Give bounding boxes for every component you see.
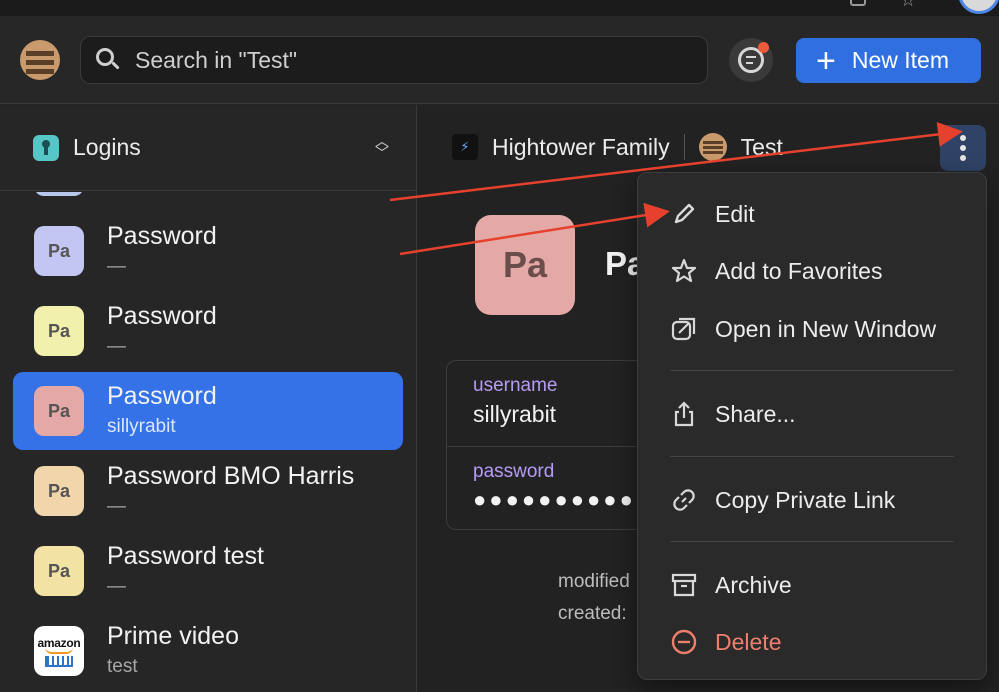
search-input[interactable] [135, 46, 675, 74]
list-item-selected[interactable]: Pa Password sillyrabit [13, 372, 403, 450]
open-window-icon [670, 315, 698, 343]
category-selector[interactable]: Logins ︿ ﹀ [0, 105, 417, 191]
new-item-label: New Item [851, 47, 949, 73]
item-subtitle: test [107, 656, 138, 677]
item-title: Password BMO Harris [107, 462, 355, 490]
menu-item-open-new-window[interactable]: Open in New Window [638, 304, 986, 354]
list-item[interactable]: — [13, 192, 403, 210]
new-item-button[interactable]: + New Item [796, 38, 981, 83]
watchtower-button[interactable] [729, 38, 773, 82]
breadcrumb-divider [683, 134, 685, 160]
modified-label: modified [558, 571, 630, 592]
vault-icon [698, 133, 727, 161]
menu-item-archive[interactable]: Archive [638, 560, 986, 610]
item-subtitle: — [107, 192, 126, 198]
menu-item-copy-private-link[interactable]: Copy Private Link [638, 475, 986, 525]
item-icon: Pa [34, 546, 84, 596]
star-icon [670, 257, 698, 285]
item-icon [34, 192, 84, 196]
vault-name[interactable]: Test [741, 134, 783, 161]
menu-item-delete[interactable]: Delete [638, 617, 986, 667]
menu-divider [670, 370, 954, 371]
item-title: Password [107, 302, 217, 330]
menu-item-share[interactable]: Share... [638, 389, 986, 439]
amazon-logo-icon: amazon [34, 626, 84, 676]
search-icon [95, 47, 121, 73]
plus-icon: + [816, 41, 836, 80]
category-label: Logins [73, 134, 141, 160]
delete-icon [670, 628, 698, 656]
item-subtitle: — [107, 336, 126, 357]
menu-divider [670, 541, 954, 542]
menu-divider [670, 456, 954, 457]
item-subtitle: — [107, 496, 126, 517]
item-subtitle: — [107, 576, 126, 597]
menu-item-edit[interactable]: Edit [638, 189, 986, 239]
sidebar: Logins ︿﹀ — Pa Password — Pa Password — … [0, 105, 417, 692]
breadcrumb: ⚡ Hightower Family Test [452, 133, 783, 161]
more-vertical-icon [960, 135, 966, 141]
item-subtitle: — [107, 256, 126, 277]
menu-item-add-to-favorites[interactable]: Add to Favorites [638, 246, 986, 296]
item-icon: Pa [34, 466, 84, 516]
vault-avatar[interactable] [20, 40, 60, 80]
list-item[interactable]: Pa Password — [13, 292, 403, 370]
login-key-icon [33, 134, 59, 161]
browser-toolbar-strip: ☆ [0, 0, 999, 16]
share-icon [670, 400, 698, 428]
chevron-updown-icon: ︿ ﹀ [375, 133, 389, 161]
item-title: Password [107, 222, 217, 250]
list-item[interactable]: amazon Prime video test [13, 612, 403, 690]
window-icon[interactable] [850, 0, 866, 6]
link-icon [670, 486, 698, 514]
item-title: Prime video [107, 622, 239, 650]
account-name[interactable]: Hightower Family [492, 134, 670, 161]
browser-profile-avatar[interactable] [958, 0, 999, 14]
app-header: + New Item [0, 16, 999, 104]
created-label: created: [558, 603, 627, 624]
context-menu: Edit Add to Favorites Open in New Window… [637, 172, 987, 680]
list-item[interactable]: Pa Password — [13, 212, 403, 290]
list-item[interactable]: Pa Password test — [13, 532, 403, 610]
archive-icon [670, 571, 698, 599]
item-icon: Pa [34, 226, 84, 276]
item-list: — Pa Password — Pa Password — Pa Passwor… [0, 192, 417, 692]
pencil-icon [670, 200, 698, 228]
item-icon: Pa [34, 386, 84, 436]
item-subtitle: sillyrabit [107, 416, 176, 437]
item-large-icon: Pa [475, 215, 575, 315]
item-title: Password test [107, 542, 265, 570]
list-item[interactable]: Pa Password BMO Harris — [13, 452, 403, 530]
star-icon[interactable]: ☆ [900, 0, 916, 11]
account-icon: ⚡ [452, 134, 478, 160]
search-bar[interactable] [80, 36, 708, 84]
item-title: Password [107, 382, 217, 410]
item-icon: Pa [34, 306, 84, 356]
notification-dot [758, 42, 769, 53]
more-options-button[interactable] [940, 125, 986, 171]
